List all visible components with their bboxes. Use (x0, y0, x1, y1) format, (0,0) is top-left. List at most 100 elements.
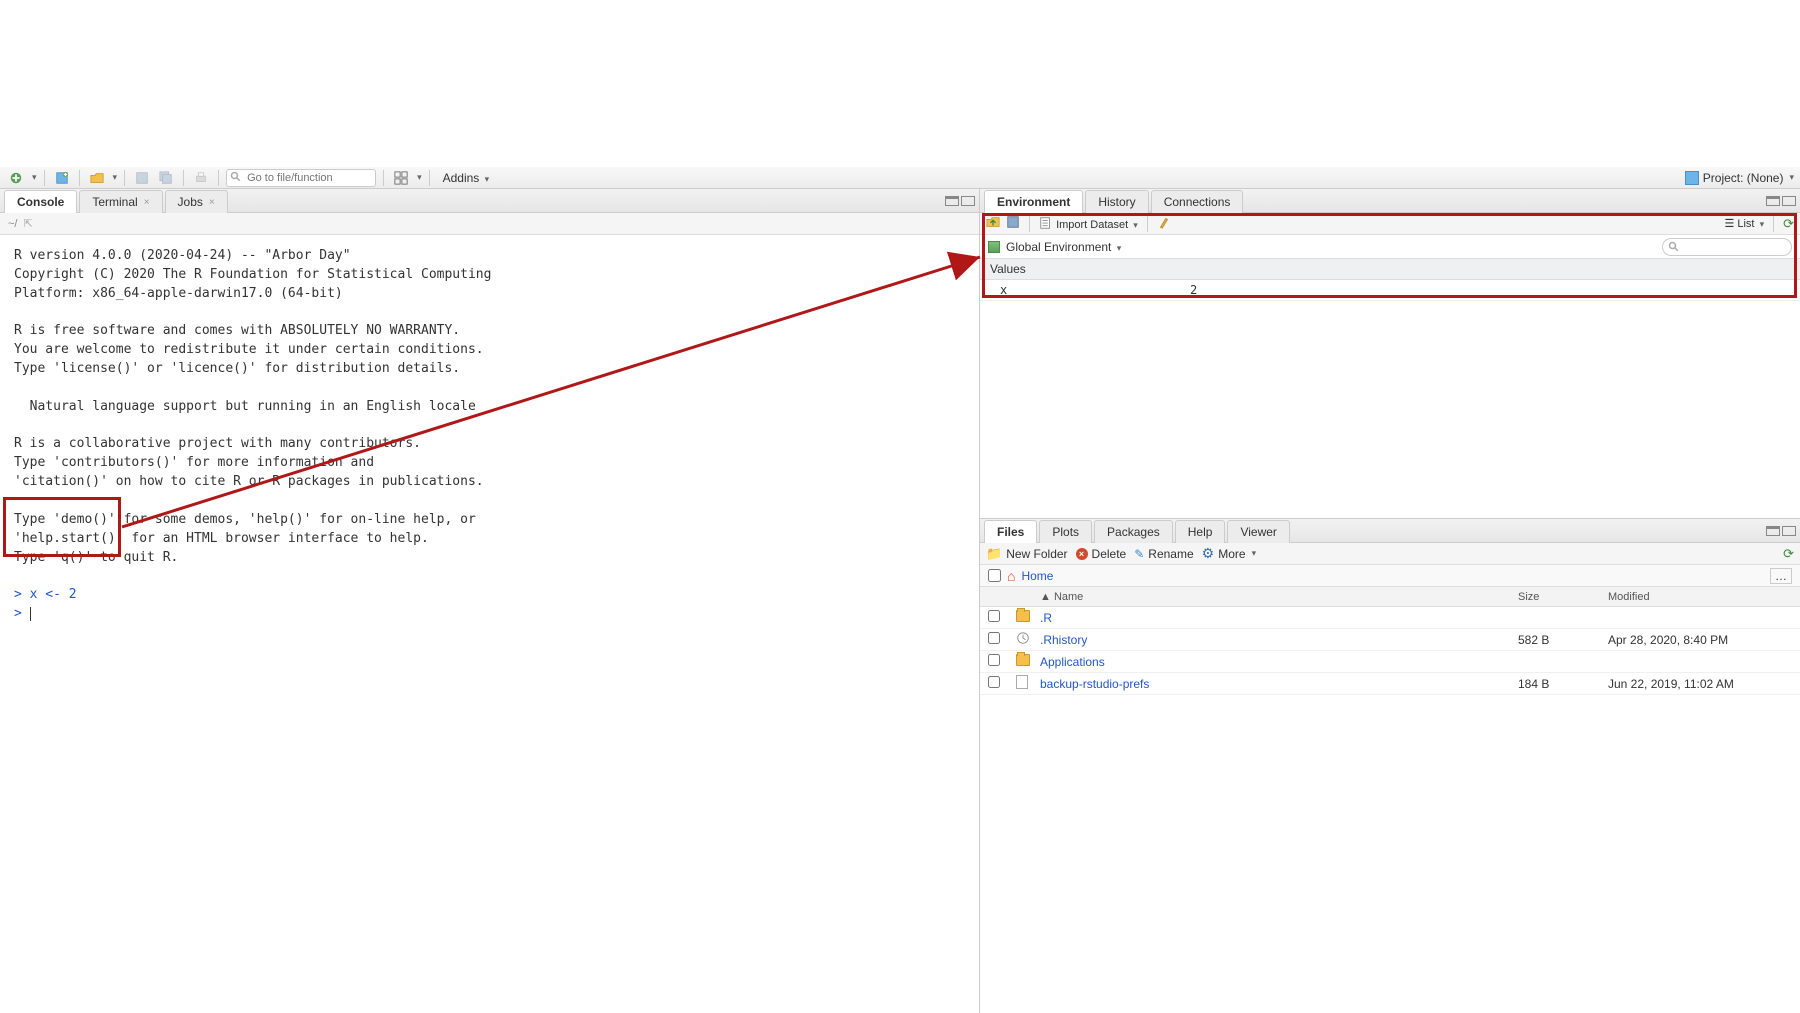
maximize-pane-icon[interactable] (1782, 526, 1796, 536)
file-name[interactable]: Applications (1040, 655, 1105, 669)
home-icon[interactable]: ⌂ (1007, 568, 1015, 584)
maximize-pane-icon[interactable] (1782, 196, 1796, 206)
file-icon (1016, 675, 1028, 689)
scope-icon (988, 241, 1000, 253)
right-pane: Environment History Connections Import D… (980, 189, 1800, 1013)
new-project-icon[interactable] (52, 169, 72, 187)
maximize-pane-icon[interactable] (961, 196, 975, 206)
new-file-icon[interactable] (6, 169, 26, 187)
tab-history[interactable]: History (1085, 190, 1148, 213)
files-tabs: Files Plots Packages Help Viewer (980, 519, 1800, 543)
clear-workspace-icon[interactable] (1157, 215, 1171, 232)
console-output[interactable]: R version 4.0.0 (2020-04-24) -- "Arbor D… (0, 235, 979, 1013)
main-toolbar: ▾ ▾ ▾ Addins ▾ Project: (None) ▾ (0, 167, 1800, 189)
new-file-dropdown-caret[interactable]: ▾ (32, 172, 37, 183)
env-section-header: Values (980, 259, 1800, 280)
tab-files[interactable]: Files (984, 520, 1037, 543)
file-modified: Jun 22, 2019, 11:02 AM (1600, 677, 1800, 691)
minimize-pane-icon[interactable] (1766, 196, 1780, 206)
file-checkbox[interactable] (988, 632, 1000, 644)
file-size: 184 B (1510, 677, 1600, 691)
file-name[interactable]: .Rhistory (1040, 633, 1087, 647)
tab-jobs[interactable]: Jobs× (165, 190, 228, 213)
file-size: 582 B (1510, 633, 1600, 647)
more-menu[interactable]: ⚙More ▾ (1202, 545, 1256, 562)
file-checkbox[interactable] (988, 610, 1000, 622)
minimize-pane-icon[interactable] (1766, 526, 1780, 536)
workspace-panes-icon[interactable] (391, 169, 411, 187)
file-name[interactable]: backup-rstudio-prefs (1040, 677, 1149, 691)
popout-icon[interactable]: ⇱ (23, 217, 32, 230)
save-all-icon[interactable] (156, 169, 176, 187)
open-file-icon[interactable] (87, 169, 107, 187)
tab-terminal[interactable]: Terminal× (79, 190, 162, 213)
scope-selector[interactable]: Global Environment ▾ (1006, 240, 1121, 254)
files-toolbar: 📁New Folder ×Delete ✎Rename ⚙More ▾ ⟳ (980, 543, 1800, 565)
console-banner-text: R version 4.0.0 (2020-04-24) -- "Arbor D… (14, 248, 491, 565)
console-path-bar: ~/ ⇱ (0, 213, 979, 235)
files-header-row: ▲ Name Size Modified (980, 587, 1800, 607)
file-checkbox[interactable] (988, 654, 1000, 666)
addins-menu[interactable]: Addins ▾ (437, 171, 496, 185)
search-icon (1668, 241, 1680, 256)
minimize-pane-icon[interactable] (945, 196, 959, 206)
load-workspace-icon[interactable] (986, 215, 1000, 232)
project-menu[interactable]: Project: (None) ▾ (1685, 171, 1794, 185)
goto-search-icon (230, 171, 242, 186)
close-icon[interactable]: × (209, 197, 215, 208)
file-row[interactable]: .Rhistory 582 B Apr 28, 2020, 8:40 PM (980, 629, 1800, 651)
file-checkbox[interactable] (988, 676, 1000, 688)
refresh-files-icon[interactable]: ⟳ (1783, 546, 1794, 562)
environment-pane: Environment History Connections Import D… (980, 189, 1800, 519)
tab-console[interactable]: Console (4, 190, 77, 213)
print-icon[interactable] (191, 169, 211, 187)
console-input-line: > x <- 2 (14, 587, 77, 602)
file-row[interactable]: backup-rstudio-prefs 184 B Jun 22, 2019,… (980, 673, 1800, 695)
import-dataset-menu[interactable]: Import Dataset ▾ (1039, 216, 1138, 231)
file-modified: Apr 28, 2020, 8:40 PM (1600, 633, 1800, 647)
env-var-name: x (990, 283, 1190, 297)
env-variable-row[interactable]: x 2 (980, 280, 1800, 301)
file-name[interactable]: .R (1040, 611, 1052, 625)
files-pane: Files Plots Packages Help Viewer 📁New Fo… (980, 519, 1800, 1013)
refresh-env-icon[interactable]: ⟳ (1783, 216, 1794, 232)
tab-viewer[interactable]: Viewer (1227, 520, 1289, 543)
folder-icon (1016, 654, 1030, 666)
working-dir-label: ~/ (8, 218, 17, 230)
breadcrumb-home[interactable]: Home (1021, 569, 1053, 583)
project-icon (1685, 171, 1699, 185)
rhistory-icon (1016, 634, 1030, 648)
goto-file-input[interactable] (226, 169, 376, 187)
project-label: Project: (None) (1703, 171, 1784, 185)
tab-connections[interactable]: Connections (1151, 190, 1244, 213)
env-search-input[interactable] (1662, 238, 1792, 256)
list-view-menu[interactable]: ☰ List ▾ (1724, 217, 1764, 230)
tab-plots[interactable]: Plots (1039, 520, 1092, 543)
save-workspace-icon[interactable] (1006, 215, 1020, 232)
workspace-panes-caret[interactable]: ▾ (417, 172, 422, 183)
open-recent-caret[interactable]: ▾ (113, 172, 118, 183)
tab-help[interactable]: Help (1175, 520, 1226, 543)
save-icon[interactable] (132, 169, 152, 187)
console-tabs: Console Terminal× Jobs× (0, 189, 979, 213)
file-row[interactable]: .R (980, 607, 1800, 629)
tab-packages[interactable]: Packages (1094, 520, 1173, 543)
env-toolbar: Import Dataset ▾ ☰ List ▾ ⟳ (980, 213, 1800, 235)
folder-icon (1016, 610, 1030, 622)
rename-button[interactable]: ✎Rename (1134, 547, 1193, 561)
file-row[interactable]: Applications (980, 651, 1800, 673)
tab-environment[interactable]: Environment (984, 190, 1083, 213)
col-size-header[interactable]: Size (1510, 591, 1600, 603)
select-all-checkbox[interactable] (988, 569, 1001, 582)
env-scope-bar: Global Environment ▾ (980, 235, 1800, 259)
env-tabs: Environment History Connections (980, 189, 1800, 213)
col-name-header[interactable]: ▲ Name (1032, 591, 1510, 603)
close-icon[interactable]: × (144, 197, 150, 208)
delete-button[interactable]: ×Delete (1076, 547, 1127, 561)
env-var-value: 2 (1190, 283, 1790, 297)
left-pane: Console Terminal× Jobs× ~/ ⇱ R version 4… (0, 189, 980, 1013)
new-folder-button[interactable]: 📁New Folder (986, 546, 1068, 562)
path-picker-button[interactable]: … (1770, 568, 1792, 584)
col-modified-header[interactable]: Modified (1600, 591, 1800, 603)
files-breadcrumb: ⌂ Home … (980, 565, 1800, 587)
